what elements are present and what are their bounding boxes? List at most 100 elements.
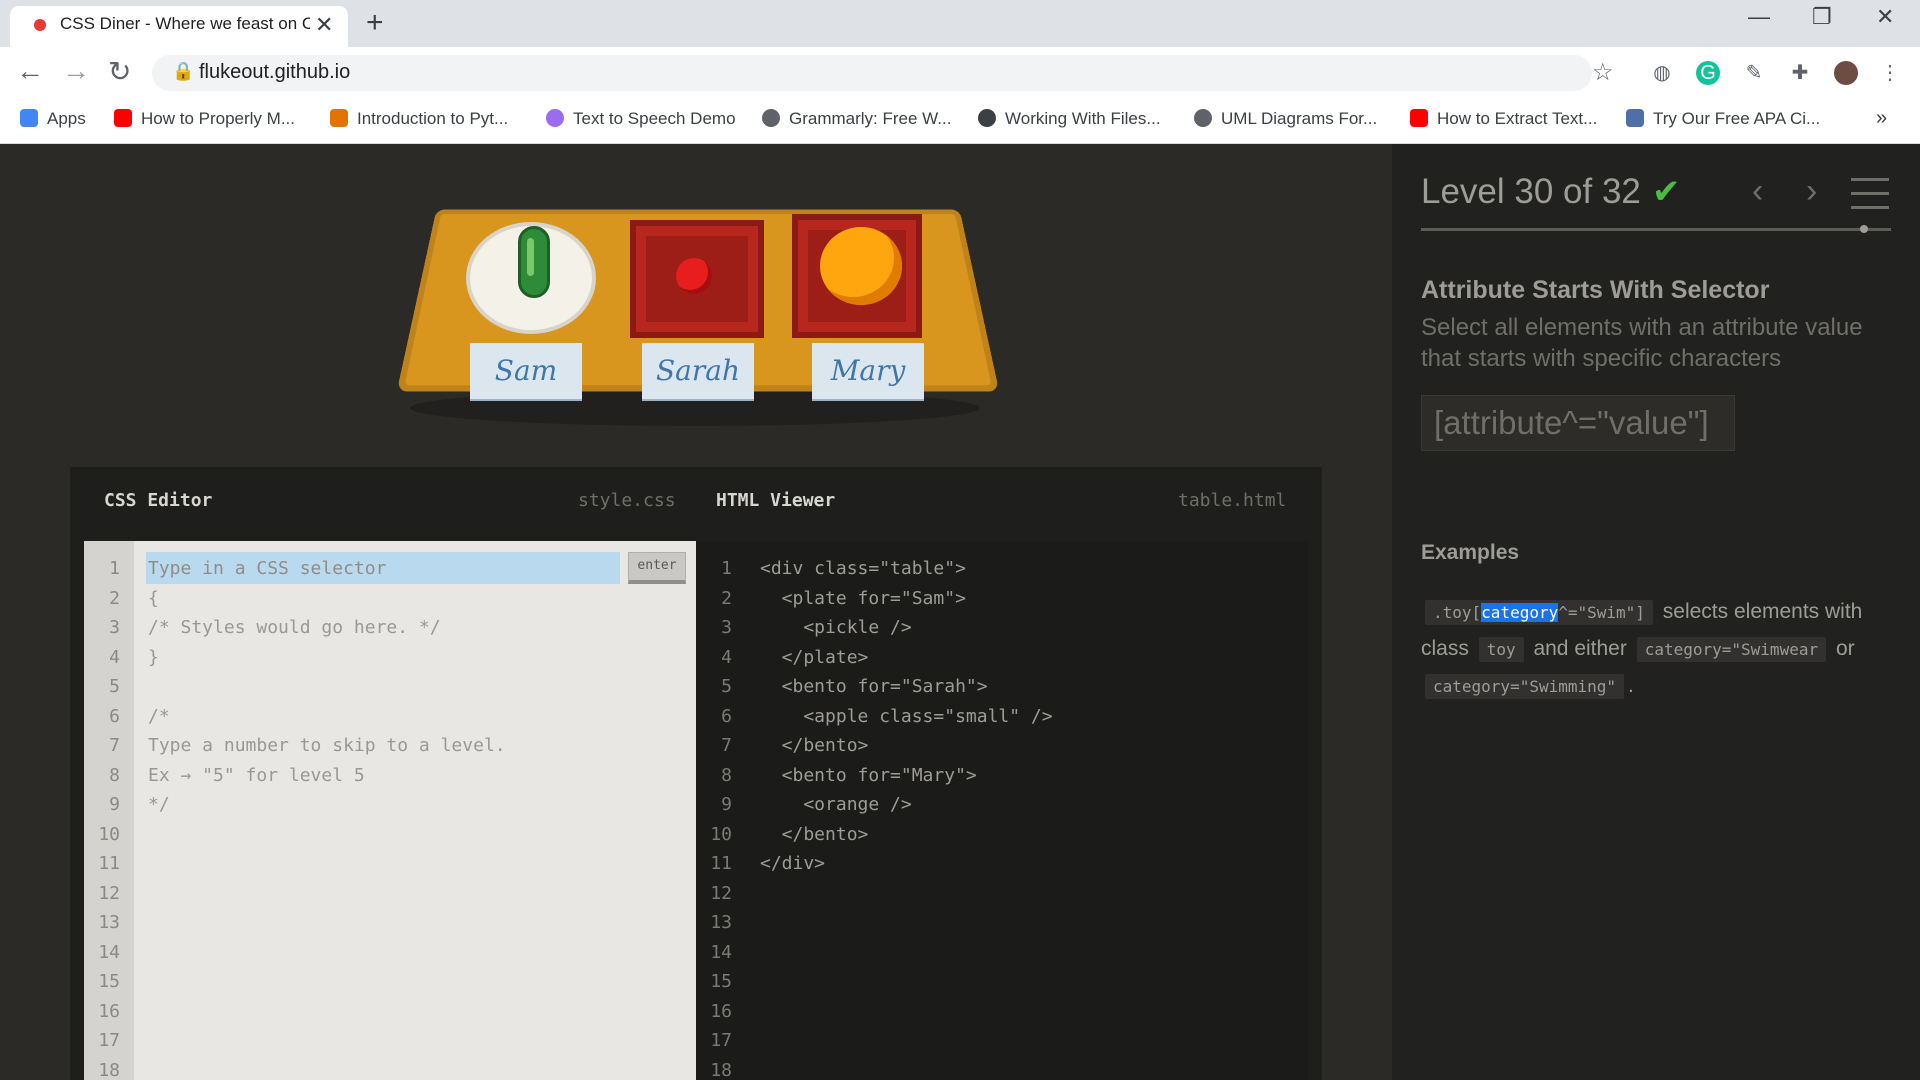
html-line-number: 5 bbox=[721, 676, 732, 697]
css-line-number: 16 bbox=[98, 1000, 120, 1022]
html-code-line[interactable]: <orange /> bbox=[760, 794, 911, 815]
html-line-number: 4 bbox=[721, 646, 732, 668]
css-line-number: 18 bbox=[98, 1059, 120, 1080]
pickle[interactable] bbox=[518, 226, 550, 298]
css-line-number: 3 bbox=[109, 617, 120, 638]
html-code-line[interactable]: <pickle /> bbox=[760, 617, 911, 638]
level-progress-marker bbox=[1860, 225, 1868, 233]
profile-avatar[interactable] bbox=[1834, 61, 1858, 85]
css-code-line: */ bbox=[148, 794, 170, 815]
nametag-mary: Mary bbox=[812, 343, 924, 399]
example-code-b: category="Swimming" bbox=[1425, 674, 1625, 699]
html-line-number: 18 bbox=[710, 1059, 732, 1080]
colab-icon bbox=[330, 109, 348, 127]
next-level-icon[interactable]: › bbox=[1806, 172, 1817, 211]
chrome-menu-icon[interactable]: ⋮ bbox=[1878, 61, 1902, 85]
bookmark-item[interactable]: Grammarly: Free W... bbox=[762, 109, 951, 129]
bookmark-item[interactable]: Working With Files... bbox=[978, 109, 1161, 129]
address-bar[interactable] bbox=[152, 55, 1592, 91]
bookmark-item[interactable]: How to Properly M... bbox=[114, 109, 295, 129]
window-close-icon[interactable]: ✕ bbox=[1876, 4, 1894, 30]
minimize-icon[interactable]: — bbox=[1748, 4, 1770, 30]
reload-icon[interactable]: ↻ bbox=[108, 55, 131, 88]
html-line-number: 9 bbox=[721, 794, 732, 815]
site-icon bbox=[978, 109, 996, 127]
html-file-name: table.html bbox=[1178, 490, 1287, 511]
html-code-line[interactable]: <bento for="Sarah"> bbox=[760, 676, 988, 697]
enter-button[interactable]: enter bbox=[628, 552, 686, 584]
html-code-line[interactable]: </div> bbox=[760, 853, 825, 874]
youtube-icon bbox=[114, 109, 132, 127]
html-code-line[interactable]: <bento for="Mary"> bbox=[760, 765, 977, 786]
nametag-sarah: Sarah bbox=[642, 343, 754, 399]
previous-level-icon[interactable]: ‹ bbox=[1752, 172, 1763, 211]
examples-title: Examples bbox=[1421, 541, 1520, 564]
html-line-number: 11 bbox=[710, 853, 732, 874]
example-code-a: category="Swimwear bbox=[1636, 637, 1827, 662]
html-line-number: 6 bbox=[721, 705, 732, 727]
html-line-number: 1 bbox=[721, 558, 732, 579]
level-title: Level 30 of 32 bbox=[1421, 172, 1641, 211]
speech-icon bbox=[546, 109, 564, 127]
extensions-puzzle-icon[interactable]: ✚ bbox=[1788, 61, 1812, 85]
css-line-number: 10 bbox=[98, 823, 120, 845]
bookmark-item[interactable]: Text to Speech Demo bbox=[546, 109, 736, 129]
css-line-number: 11 bbox=[98, 853, 120, 874]
bookmark-apps[interactable]: Apps bbox=[20, 109, 86, 129]
forward-arrow-icon[interactable]: → bbox=[62, 55, 90, 87]
css-line-number: 4 bbox=[109, 646, 120, 668]
book-icon bbox=[1626, 109, 1644, 127]
html-code-line[interactable]: <plate for="Sam"> bbox=[760, 588, 966, 609]
translate-extension-icon[interactable]: ◍ bbox=[1650, 61, 1674, 85]
bookmark-item[interactable]: Introduction to Pyt... bbox=[330, 109, 508, 129]
bookmark-item[interactable]: Try Our Free APA Ci... bbox=[1626, 109, 1820, 129]
check-icon: ✔ bbox=[1652, 173, 1681, 211]
css-line-number: 9 bbox=[109, 794, 120, 815]
new-tab-icon[interactable]: + bbox=[366, 6, 384, 40]
css-line-number: 12 bbox=[98, 882, 120, 904]
html-line-number: 8 bbox=[721, 764, 732, 786]
grammarly-extension-icon[interactable]: G bbox=[1696, 61, 1720, 85]
back-arrow-icon[interactable]: ← bbox=[16, 55, 44, 87]
css-line-number: 1 bbox=[109, 558, 120, 579]
css-line-number: 13 bbox=[98, 912, 120, 933]
html-line-number: 12 bbox=[710, 882, 732, 904]
bookmark-star-icon[interactable]: ☆ bbox=[1592, 58, 1614, 87]
css-code-line: /* bbox=[148, 705, 170, 727]
css-selector-placeholder: Type in a CSS selector bbox=[148, 558, 387, 579]
close-tab-icon[interactable]: ✕ bbox=[315, 12, 333, 38]
selector-syntax: [attribute^="value"] bbox=[1421, 395, 1735, 451]
youtube-icon bbox=[1410, 109, 1428, 127]
browser-tab[interactable]: CSS Diner - Where we feast on C ✕ bbox=[10, 6, 348, 47]
css-line-number: 14 bbox=[98, 941, 120, 963]
html-line-number: 17 bbox=[710, 1030, 732, 1051]
html-code-line[interactable]: <div class="table"> bbox=[760, 558, 966, 579]
css-code-line: { bbox=[148, 587, 159, 609]
favicon-icon bbox=[34, 19, 46, 31]
html-line-number: 13 bbox=[710, 912, 732, 933]
url-text[interactable]: flukeout.github.io bbox=[199, 61, 350, 84]
pen-extension-icon[interactable]: ✎ bbox=[1742, 61, 1766, 85]
pickle-shine bbox=[527, 238, 534, 276]
html-code-line[interactable]: </bento> bbox=[760, 735, 869, 756]
bookmarks-overflow-icon[interactable]: » bbox=[1876, 107, 1887, 130]
bookmark-item[interactable]: How to Extract Text... bbox=[1410, 109, 1597, 129]
css-code-line: /* Styles would go here. */ bbox=[148, 617, 441, 638]
orange[interactable] bbox=[820, 227, 902, 305]
html-code-line[interactable]: <apple class="small" /> bbox=[760, 706, 1052, 727]
apple[interactable] bbox=[676, 258, 712, 294]
css-code-line: } bbox=[148, 646, 159, 668]
restore-icon[interactable]: ❐ bbox=[1812, 4, 1832, 30]
css-code-line: Ex → "5" for level 5 bbox=[148, 764, 365, 786]
css-line-number: 17 bbox=[98, 1030, 120, 1051]
html-code-line[interactable]: </plate> bbox=[760, 647, 869, 668]
example-class-code: toy bbox=[1478, 637, 1524, 662]
css-line-number: 15 bbox=[98, 971, 120, 992]
html-code-line[interactable]: </bento> bbox=[760, 824, 869, 845]
html-line-number: 10 bbox=[710, 823, 732, 845]
bookmark-item[interactable]: UML Diagrams For... bbox=[1194, 109, 1377, 129]
html-line-number: 2 bbox=[721, 587, 732, 609]
nametag-sam: Sam bbox=[470, 343, 582, 399]
level-menu-icon[interactable] bbox=[1851, 178, 1889, 210]
html-line-number: 7 bbox=[721, 735, 732, 756]
